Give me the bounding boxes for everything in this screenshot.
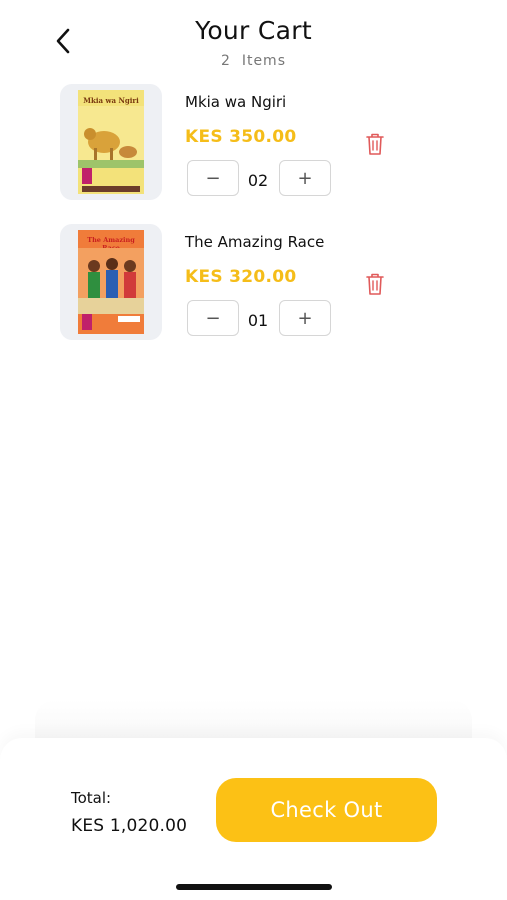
cart-item: Mkia wa Ngiri Mkia wa Ngiri KES 350.00 −… xyxy=(0,84,507,204)
trash-icon xyxy=(366,133,384,155)
product-name[interactable]: The Amazing Race xyxy=(185,233,324,251)
plus-icon: + xyxy=(297,167,313,189)
product-name[interactable]: Mkia wa Ngiri xyxy=(185,93,286,111)
cart-header: Your Cart 2 Items xyxy=(0,0,507,80)
delete-item-button[interactable] xyxy=(364,132,386,156)
decrease-quantity-button[interactable]: − xyxy=(187,300,239,336)
product-price: KES 350.00 xyxy=(185,127,297,147)
product-thumbnail[interactable]: Mkia wa Ngiri xyxy=(60,84,162,200)
cover-illustration-icon xyxy=(78,106,144,192)
trash-icon xyxy=(366,273,384,295)
delete-item-button[interactable] xyxy=(364,272,386,296)
book-cover: The Amazing Race xyxy=(78,230,144,334)
minus-icon: − xyxy=(205,167,221,189)
item-count-number: 2 xyxy=(221,53,231,69)
cart-item: The Amazing Race The Amazing Race KES 32… xyxy=(0,224,507,344)
product-price: KES 320.00 xyxy=(185,267,297,287)
home-indicator[interactable] xyxy=(176,884,332,890)
increase-quantity-button[interactable]: + xyxy=(279,160,331,196)
cover-illustration-icon xyxy=(78,248,144,330)
decrease-quantity-button[interactable]: − xyxy=(187,160,239,196)
item-count: 2 Items xyxy=(0,53,507,69)
minus-icon: − xyxy=(205,307,221,329)
page-title: Your Cart xyxy=(195,16,312,45)
quantity-value: 02 xyxy=(247,171,269,190)
book-cover: Mkia wa Ngiri xyxy=(78,90,144,194)
checkout-button[interactable]: Check Out xyxy=(216,778,437,842)
item-count-label: Items xyxy=(241,53,286,69)
quantity-value: 01 xyxy=(247,311,269,330)
total-value: KES 1,020.00 xyxy=(71,816,188,836)
increase-quantity-button[interactable]: + xyxy=(279,300,331,336)
total-label: Total: xyxy=(71,789,112,807)
plus-icon: + xyxy=(297,307,313,329)
product-thumbnail[interactable]: The Amazing Race xyxy=(60,224,162,340)
